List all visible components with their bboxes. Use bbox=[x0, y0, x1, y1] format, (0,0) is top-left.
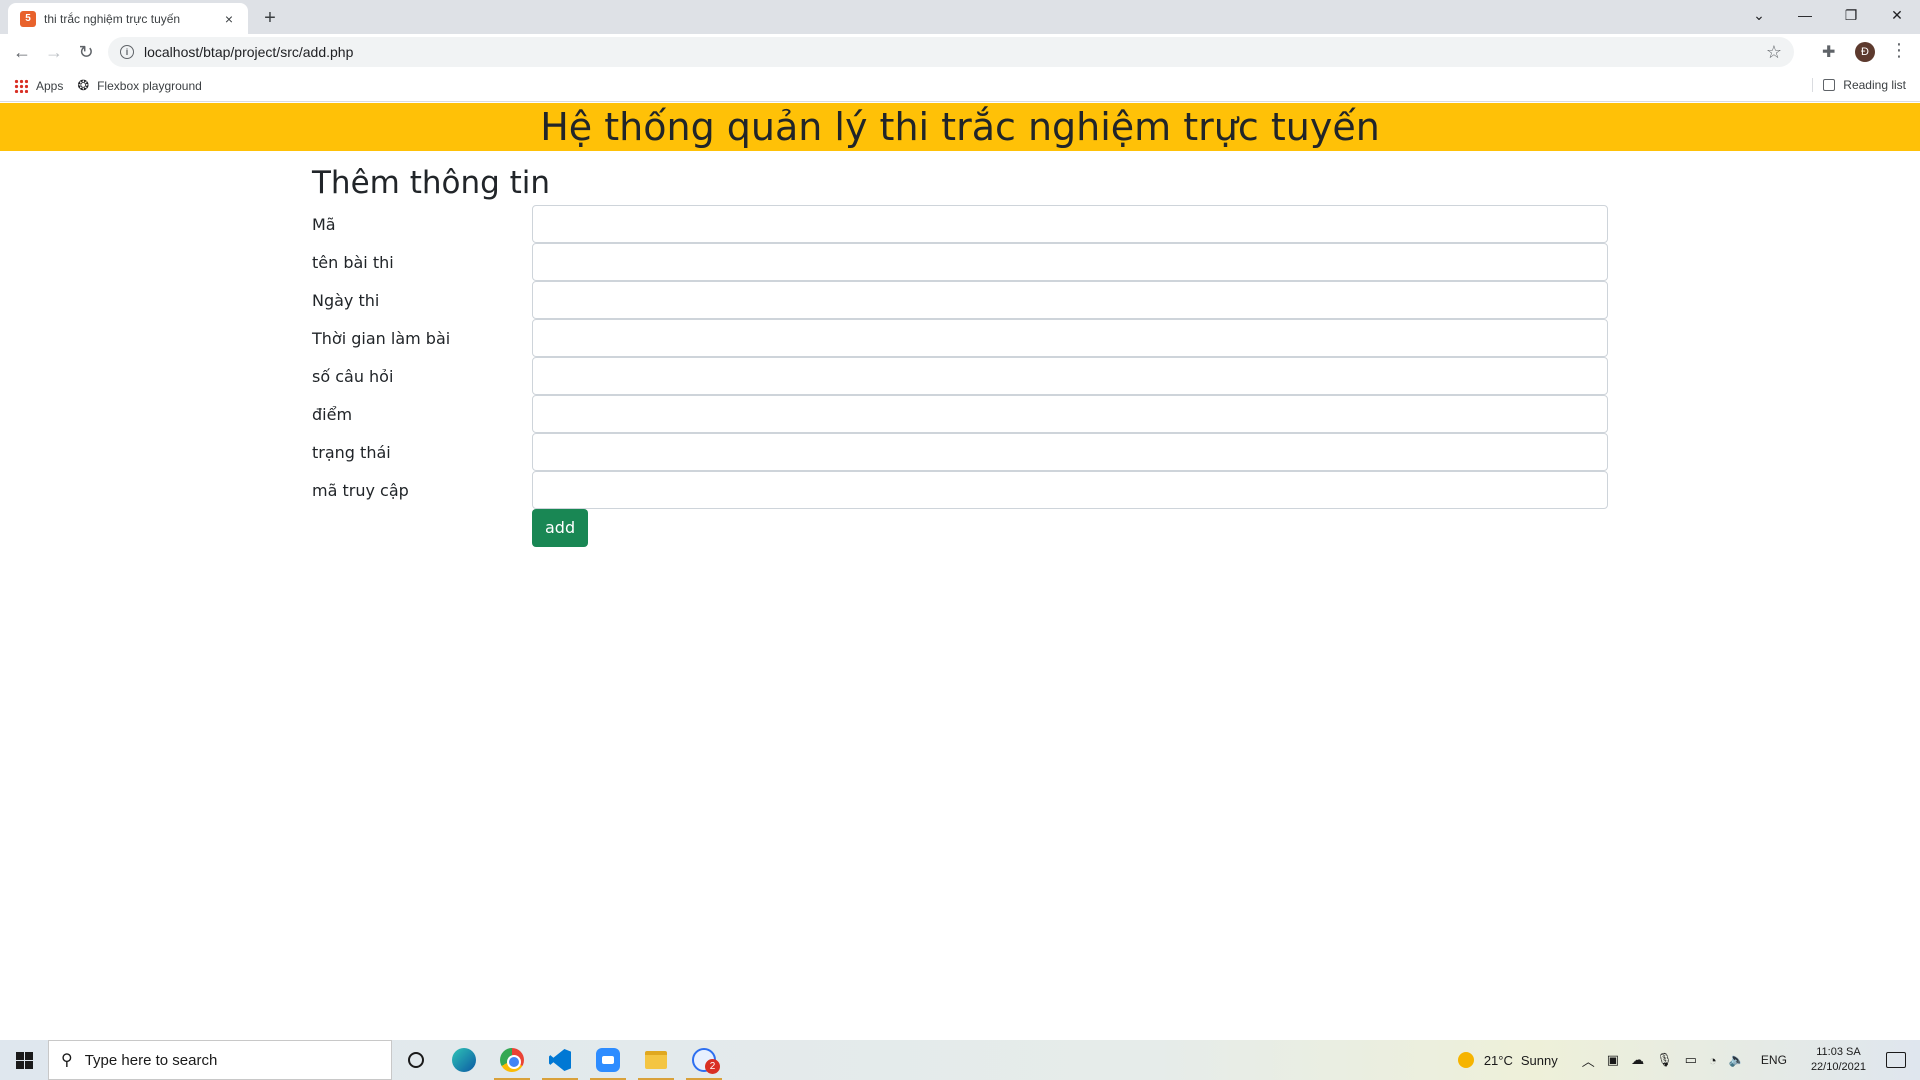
start-button[interactable] bbox=[0, 1040, 48, 1080]
speaker-icon[interactable]: 🔈 bbox=[1729, 1052, 1745, 1068]
new-tab-button[interactable]: + bbox=[258, 6, 282, 30]
close-window-button[interactable]: ✕ bbox=[1874, 0, 1920, 30]
chrome-icon bbox=[500, 1048, 524, 1072]
screen: 5 thi trắc nghiệm trực tuyến × + ⌄ — ❐ ✕… bbox=[0, 0, 1920, 1080]
field-label: điểm bbox=[312, 404, 353, 424]
field-row-thoi-gian: Thời gian làm bài bbox=[312, 319, 1608, 357]
field-row-ma: Mã bbox=[312, 205, 1608, 243]
tab-title: thi trắc nghiệm trực tuyến bbox=[44, 11, 181, 26]
meet-now-icon[interactable]: ▣ bbox=[1607, 1052, 1619, 1068]
page-title: Hệ thống quản lý thi trắc nghiệm trực tu… bbox=[540, 105, 1380, 149]
reading-list-label: Reading list bbox=[1843, 78, 1906, 92]
ngay-thi-input[interactable] bbox=[532, 281, 1608, 319]
cortana-button[interactable] bbox=[392, 1040, 440, 1080]
bookmarks-bar: Apps ❂ Flexbox playground Reading list bbox=[0, 70, 1920, 102]
ma-input[interactable] bbox=[532, 205, 1608, 243]
field-label: tên bài thi bbox=[312, 252, 394, 272]
notification-center-icon[interactable] bbox=[1886, 1052, 1906, 1068]
flexbox-icon: ❂ bbox=[77, 77, 90, 93]
weather-condition[interactable]: Sunny bbox=[1521, 1053, 1558, 1068]
apps-grid-icon bbox=[14, 78, 28, 93]
file-explorer-icon bbox=[645, 1051, 667, 1069]
browser-menu-icon[interactable]: ⋮ bbox=[1890, 40, 1908, 61]
add-button[interactable]: add bbox=[532, 509, 589, 547]
edge-icon bbox=[452, 1048, 476, 1072]
field-label: Mã bbox=[312, 214, 336, 234]
field-row-ngay-thi: Ngày thi bbox=[312, 281, 1608, 319]
add-form: Thêm thông tin Mã tên bài thi Ngày thi T… bbox=[312, 151, 1608, 547]
bookmark-label: Apps bbox=[36, 78, 64, 93]
zoom-icon bbox=[596, 1048, 620, 1072]
edge-taskbar-button[interactable] bbox=[440, 1040, 488, 1080]
reading-list-icon bbox=[1823, 79, 1836, 91]
thoi-gian-lam-bai-input[interactable] bbox=[532, 319, 1608, 357]
form-title: Thêm thông tin bbox=[312, 165, 551, 201]
profile-avatar[interactable]: Đ bbox=[1855, 42, 1875, 62]
reading-list-button[interactable]: Reading list bbox=[1812, 78, 1906, 92]
minimize-button[interactable]: — bbox=[1782, 0, 1828, 30]
sunny-weather-icon bbox=[1457, 1052, 1474, 1068]
tab-close-icon[interactable]: × bbox=[220, 11, 238, 27]
browser-tab[interactable]: 5 thi trắc nghiệm trực tuyến × bbox=[8, 3, 248, 34]
vscode-taskbar-button[interactable] bbox=[536, 1040, 584, 1080]
field-label: Thời gian làm bài bbox=[312, 328, 451, 348]
input-language[interactable]: ENG bbox=[1761, 1053, 1787, 1067]
site-info-icon[interactable]: i bbox=[120, 45, 134, 59]
reload-icon[interactable]: ↻ bbox=[72, 38, 100, 66]
url-text[interactable]: localhost/btap/project/src/add.php bbox=[144, 44, 1766, 60]
search-placeholder: Type here to search bbox=[84, 1051, 218, 1069]
page-header: Hệ thống quản lý thi trắc nghiệm trực tu… bbox=[0, 103, 1920, 151]
address-bar[interactable]: i localhost/btap/project/src/add.php ☆ bbox=[108, 37, 1794, 67]
bookmark-label: Flexbox playground bbox=[97, 78, 202, 93]
field-label: mã truy cập bbox=[312, 480, 409, 500]
chevron-up-icon[interactable]: ︿ bbox=[1582, 1051, 1595, 1070]
clock-date: 22/10/2021 bbox=[1810, 1061, 1866, 1073]
forward-arrow-icon[interactable]: → bbox=[40, 38, 68, 66]
weather-temperature[interactable]: 21°C bbox=[1484, 1053, 1513, 1068]
cortana-icon bbox=[408, 1052, 424, 1068]
field-row-so-cau-hoi: số câu hỏi bbox=[312, 357, 1608, 395]
clock[interactable]: 11:03 SA 22/10/2021 bbox=[1811, 1045, 1866, 1075]
field-row-ten-bai-thi: tên bài thi bbox=[312, 243, 1608, 281]
file-explorer-taskbar-button[interactable] bbox=[632, 1040, 680, 1080]
trang-thai-input[interactable] bbox=[532, 433, 1608, 471]
windows-logo-icon bbox=[15, 1051, 33, 1069]
form-actions: add bbox=[532, 509, 1608, 547]
chrome-taskbar-button[interactable] bbox=[488, 1040, 536, 1080]
ma-truy-cap-input[interactable] bbox=[532, 471, 1608, 509]
field-label: Ngày thi bbox=[312, 290, 380, 310]
taskbar-search-box[interactable]: ⚲ Type here to search bbox=[48, 1040, 392, 1080]
field-label: số câu hỏi bbox=[312, 366, 394, 386]
bookmark-star-icon[interactable]: ☆ bbox=[1766, 42, 1782, 63]
diem-input[interactable] bbox=[532, 395, 1608, 433]
field-row-diem: điểm bbox=[312, 395, 1608, 433]
wifi-icon[interactable]: ◔ bbox=[1709, 1053, 1717, 1068]
zalo-taskbar-button[interactable]: 2 bbox=[680, 1040, 728, 1080]
bookmark-flexbox-playground[interactable]: ❂ Flexbox playground bbox=[77, 77, 201, 94]
field-row-trang-thai: trạng thái bbox=[312, 433, 1608, 471]
field-row-ma-truy-cap: mã truy cập bbox=[312, 471, 1608, 509]
bookmark-apps[interactable]: Apps bbox=[14, 78, 64, 93]
field-label: trạng thái bbox=[312, 442, 391, 462]
restore-button[interactable]: ❐ bbox=[1828, 0, 1874, 30]
notification-badge: 2 bbox=[705, 1059, 720, 1074]
battery-icon[interactable]: ▭ bbox=[1685, 1052, 1697, 1068]
so-cau-hoi-input[interactable] bbox=[532, 357, 1608, 395]
extensions-puzzle-icon[interactable]: ✚ bbox=[1822, 42, 1835, 62]
windows-taskbar: ⚲ Type here to search 2 21°C Sunny ︿ ▣ ☁… bbox=[0, 1040, 1920, 1080]
search-icon: ⚲ bbox=[61, 1052, 73, 1069]
browser-tab-strip: 5 thi trắc nghiệm trực tuyến × + ⌄ — ❐ ✕ bbox=[0, 0, 1920, 34]
onedrive-cloud-icon[interactable]: ☁ bbox=[1631, 1052, 1644, 1068]
ten-bai-thi-input[interactable] bbox=[532, 243, 1608, 281]
browser-toolbar: ← → ↻ i localhost/btap/project/src/add.p… bbox=[0, 34, 1920, 70]
html-icon: 5 bbox=[20, 10, 36, 27]
back-arrow-icon[interactable]: ← bbox=[8, 38, 36, 66]
microphone-icon[interactable]: 🎙 bbox=[1656, 1052, 1673, 1068]
system-tray: 21°C Sunny ︿ ▣ ☁ 🎙 ▭ ◔ 🔈 ENG 11:03 SA 22… bbox=[1457, 1040, 1920, 1080]
zoom-taskbar-button[interactable] bbox=[584, 1040, 632, 1080]
tab-search-button[interactable]: ⌄ bbox=[1736, 0, 1782, 30]
page-viewport: Hệ thống quản lý thi trắc nghiệm trực tu… bbox=[0, 103, 1920, 1039]
clock-time: 11:03 SA bbox=[1816, 1046, 1861, 1058]
vscode-icon bbox=[549, 1049, 571, 1071]
